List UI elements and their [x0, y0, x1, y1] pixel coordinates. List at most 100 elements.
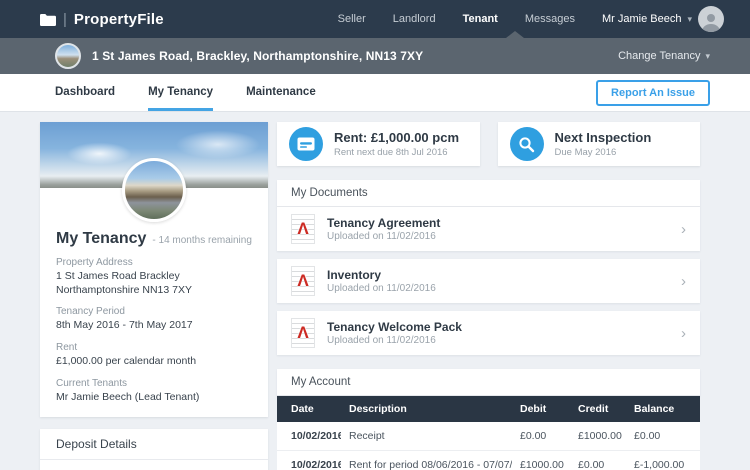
nav-item-messages[interactable]: Messages [525, 13, 575, 25]
tenancy-summary-body: My Tenancy - 14 months remaining Propert… [40, 188, 268, 417]
cell-date: 10/02/2016 [277, 422, 341, 451]
document-row-tenancy-welcome-pack[interactable]: Λ Tenancy Welcome Pack Uploaded on 11/02… [277, 311, 700, 355]
nav-item-landlord[interactable]: Landlord [393, 13, 436, 25]
deposit-details-card: Deposit Details Deposit Amount £1000.00 [40, 429, 268, 470]
field-label: Rent [56, 342, 252, 353]
document-row-tenancy-agreement[interactable]: Λ Tenancy Agreement Uploaded on 11/02/20… [277, 207, 700, 251]
nav-item-seller[interactable]: Seller [338, 13, 366, 25]
field-value: Mr Jamie Beech (Lead Tenant) [56, 391, 252, 405]
column-balance: Balance [626, 396, 700, 422]
cell-debit: £1000.00 [512, 451, 570, 470]
chevron-right-icon: › [681, 326, 686, 341]
field-tenancy-period: Tenancy Period 8th May 2016 - 7th May 20… [56, 306, 252, 333]
inspection-title: Next Inspection [555, 130, 652, 146]
top-bar: | PropertyFile Seller Landlord Tenant Me… [0, 0, 750, 38]
tabs: Dashboard My Tenancy Maintenance [55, 74, 316, 111]
document-name: Tenancy Welcome Pack [327, 320, 462, 334]
property-address: 1 St James Road, Brackley, Northamptonsh… [92, 49, 423, 63]
tenant-notch [506, 31, 524, 38]
inspection-info-card[interactable]: Next Inspection Due May 2016 [498, 122, 701, 166]
pdf-glyph: Λ [292, 319, 314, 347]
tenancy-remaining: - 14 months remaining [152, 235, 252, 246]
field-current-tenants: Current Tenants Mr Jamie Beech (Lead Ten… [56, 378, 252, 405]
column-date: Date [277, 396, 341, 422]
left-column: My Tenancy - 14 months remaining Propert… [40, 122, 268, 470]
avatar[interactable] [698, 6, 724, 32]
credit-card-icon [289, 127, 323, 161]
column-debit: Debit [512, 396, 570, 422]
brand-logo[interactable]: | PropertyFile [40, 11, 164, 28]
cell-balance: £-1,000.00 [626, 451, 700, 470]
field-value: 1 St James Road Brackley Northamptonshir… [56, 270, 252, 297]
chevron-right-icon: › [681, 222, 686, 237]
pdf-icon: Λ [291, 266, 315, 296]
brand-name: PropertyFile [74, 11, 164, 28]
document-row-inventory[interactable]: Λ Inventory Uploaded on 11/02/2016 › [277, 259, 700, 303]
field-label: Property Address [56, 257, 252, 268]
right-column: Rent: £1,000.00 pcm Rent next due 8th Ju… [277, 122, 700, 470]
property-bar: 1 St James Road, Brackley, Northamptonsh… [0, 38, 750, 74]
rent-title: Rent: £1,000.00 pcm [334, 130, 459, 146]
chevron-down-icon: ▾ [687, 14, 692, 25]
document-meta: Uploaded on 11/02/2016 [327, 283, 436, 294]
property-banner-photo [40, 122, 268, 188]
pdf-glyph: Λ [292, 215, 314, 243]
cell-description: Rent for period 08/06/2016 - 07/07/2016 [341, 451, 512, 470]
brand-divider: | [63, 11, 67, 28]
folder-icon [40, 13, 56, 26]
cell-credit: £1000.00 [570, 422, 626, 451]
cell-balance: £0.00 [626, 422, 700, 451]
change-tenancy-button[interactable]: Change Tenancy ▾ [618, 50, 710, 62]
rent-subtitle: Rent next due 8th Jul 2016 [334, 147, 459, 158]
cell-description: Receipt [341, 422, 512, 451]
my-account-title: My Account [277, 369, 700, 396]
account-table-header: Date Description Debit Credit Balance [277, 396, 700, 422]
pdf-icon: Λ [291, 318, 315, 348]
chevron-down-icon: ▾ [705, 51, 710, 62]
document-meta: Uploaded on 11/02/2016 [327, 335, 462, 346]
tab-dashboard[interactable]: Dashboard [55, 74, 115, 111]
field-value: £1,000.00 per calendar month [56, 355, 252, 369]
pdf-glyph: Λ [292, 267, 314, 295]
account-table: Date Description Debit Credit Balance 10… [277, 396, 700, 470]
cell-date: 10/02/2016 [277, 451, 341, 470]
column-description: Description [341, 396, 512, 422]
top-nav: Seller Landlord Tenant Messages [338, 13, 575, 25]
inspection-subtitle: Due May 2016 [555, 147, 652, 158]
document-name: Inventory [327, 268, 436, 282]
tab-maintenance[interactable]: Maintenance [246, 74, 316, 111]
deposit-details-title: Deposit Details [40, 429, 268, 460]
user-name: Mr Jamie Beech [602, 13, 681, 25]
my-documents-title: My Documents [277, 180, 700, 207]
field-rent: Rent £1,000.00 per calendar month [56, 342, 252, 369]
info-cards-row: Rent: £1,000.00 pcm Rent next due 8th Ju… [277, 122, 700, 166]
document-name: Tenancy Agreement [327, 216, 440, 230]
my-documents-section: My Documents Λ Tenancy Agreement Uploade… [277, 180, 700, 355]
my-account-section: My Account Date Description Debit Credit… [277, 369, 700, 470]
field-label: Current Tenants [56, 378, 252, 389]
search-icon [510, 127, 544, 161]
cell-credit: £0.00 [570, 451, 626, 470]
document-meta: Uploaded on 11/02/2016 [327, 231, 440, 242]
nav-item-tenant[interactable]: Tenant [463, 13, 498, 25]
rent-info-card[interactable]: Rent: £1,000.00 pcm Rent next due 8th Ju… [277, 122, 480, 166]
table-row: 10/02/2016 Rent for period 08/06/2016 - … [277, 451, 700, 470]
app-window: | PropertyFile Seller Landlord Tenant Me… [0, 0, 750, 470]
table-row: 10/02/2016 Receipt £0.00 £1000.00 £0.00 [277, 422, 700, 451]
tab-bar: Dashboard My Tenancy Maintenance Report … [0, 74, 750, 112]
field-value: 8th May 2016 - 7th May 2017 [56, 319, 252, 333]
main-content: My Tenancy - 14 months remaining Propert… [0, 112, 750, 470]
report-an-issue-button[interactable]: Report An Issue [596, 80, 710, 106]
cell-debit: £0.00 [512, 422, 570, 451]
property-photo [122, 158, 186, 222]
field-label: Tenancy Period [56, 306, 252, 317]
property-thumbnail [55, 43, 81, 69]
person-icon [700, 10, 722, 32]
chevron-right-icon: › [681, 274, 686, 289]
tenancy-summary-card: My Tenancy - 14 months remaining Propert… [40, 122, 268, 417]
tenancy-title: My Tenancy [56, 230, 146, 248]
column-credit: Credit [570, 396, 626, 422]
field-property-address: Property Address 1 St James Road Brackle… [56, 257, 252, 297]
user-menu[interactable]: Mr Jamie Beech ▾ [602, 6, 724, 32]
tab-my-tenancy[interactable]: My Tenancy [148, 74, 213, 111]
